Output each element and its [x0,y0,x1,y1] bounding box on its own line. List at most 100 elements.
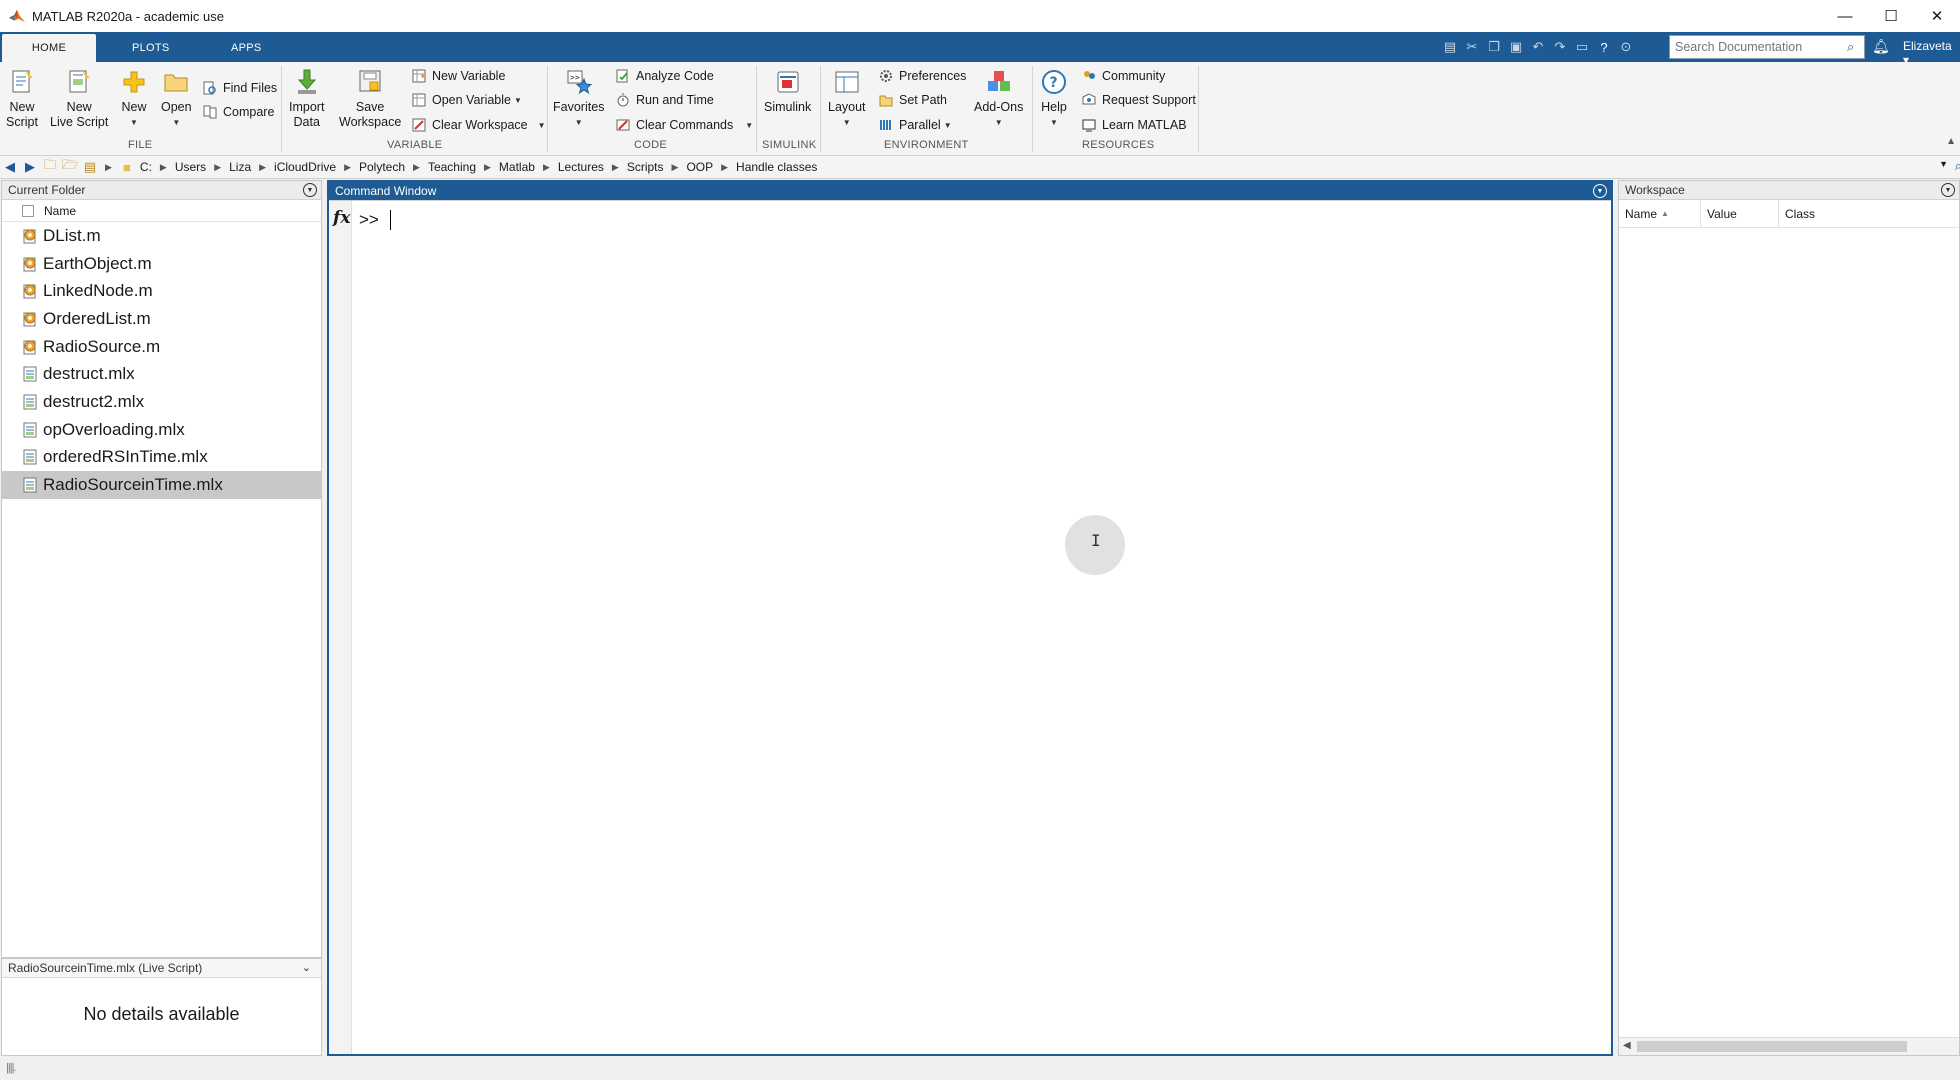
chevron-right-icon[interactable]: ▶ [214,162,221,173]
compare-button[interactable]: Compare [202,104,274,120]
file-row[interactable]: OrderedList.m [2,305,321,333]
new-script-icon [8,68,36,96]
search-icon[interactable]: ⌕ [1847,39,1854,55]
command-prompt[interactable]: >> [359,210,391,230]
search-documentation[interactable]: ⌕ [1669,35,1865,59]
file-row[interactable]: RadioSourceinTime.mlx [2,471,321,499]
back-arrow-icon[interactable]: ◀ [0,157,20,177]
chevron-right-icon[interactable]: ▶ [344,162,351,173]
function-browser-fx-icon[interactable]: fx [333,208,350,228]
breadcrumb-item[interactable]: Polytech [359,160,405,174]
panel-menu-icon[interactable]: ▼ [1593,184,1607,198]
tab-apps[interactable]: APPS [215,34,278,62]
simulink-button[interactable]: Simulink [764,68,811,115]
tab-plots[interactable]: PLOTS [116,34,186,62]
help-icon[interactable]: ? [1594,37,1614,57]
browse-folder-icon[interactable]: 🗁︎ [60,157,80,177]
chevron-right-icon[interactable]: ▶ [160,162,167,173]
run-and-time-button[interactable]: Run and Time [615,92,714,108]
workspace-col-class[interactable]: Class [1779,200,1959,227]
import-data-button[interactable]: Import Data [289,68,324,130]
file-row[interactable]: destruct.mlx [2,360,321,388]
new-variable-button[interactable]: New Variable [411,68,505,84]
paste-icon[interactable]: ▣ [1506,37,1526,57]
switch-windows-icon[interactable]: ▭ [1572,37,1592,57]
chevron-right-icon[interactable]: ▶ [672,162,679,173]
breadcrumb-item[interactable]: Teaching [428,160,476,174]
set-path-button[interactable]: Set Path [878,92,947,108]
chevron-down-icon: ▼ [842,118,851,127]
scroll-left-icon[interactable]: ◀ [1623,1040,1631,1051]
search-folder-icon[interactable]: ⌕ [1955,158,1960,174]
chevron-right-icon[interactable]: ▶ [721,162,728,173]
breadcrumb-item[interactable]: OOP [686,160,713,174]
breadcrumb-item[interactable]: Handle classes [736,160,817,174]
save-workspace-button[interactable]: Save Workspace [339,68,401,130]
request-support-button[interactable]: Request Support [1081,92,1196,108]
chevron-right-icon[interactable]: ▶ [543,162,550,173]
file-row[interactable]: destruct2.mlx [2,388,321,416]
forward-arrow-icon[interactable]: ▶ [20,157,40,177]
file-row[interactable]: RadioSource.m [2,333,321,361]
layout-button[interactable]: Layout ▼ [828,68,866,130]
add-ons-button[interactable]: Add-Ons ▼ [974,68,1023,130]
breadcrumb-item[interactable]: Liza [229,160,251,174]
search-input[interactable] [1675,40,1847,54]
chevron-down-icon[interactable]: ⌄ [302,961,311,974]
workspace-col-name[interactable]: Name ▲ [1619,200,1701,227]
clear-workspace-button[interactable]: Clear Workspace ▼ [411,117,546,133]
details-header[interactable]: RadioSourceinTime.mlx (Live Script) ⌄ [2,959,321,978]
new-live-script-button[interactable]: New Live Script [50,68,108,130]
analyze-code-button[interactable]: Analyze Code [615,68,714,84]
horizontal-scrollbar[interactable]: ◀ [1619,1037,1959,1055]
open-variable-button[interactable]: Open Variable ▼ [411,92,522,108]
breadcrumb-item[interactable]: Matlab [499,160,535,174]
panel-menu-icon[interactable]: ▼ [1941,183,1955,197]
undo-icon[interactable]: ↶ [1528,37,1548,57]
breadcrumb-item[interactable]: iCloudDrive [274,160,336,174]
favorites-button[interactable]: >> Favorites ▼ [553,68,604,130]
new-button[interactable]: New ▼ [120,68,148,130]
parallel-button[interactable]: Parallel ▼ [878,117,952,133]
chevron-right-icon[interactable]: ▶ [484,162,491,173]
clear-commands-button[interactable]: Clear Commands ▼ [615,117,753,133]
copy-icon[interactable]: ❐ [1484,37,1504,57]
open-button[interactable]: Open ▼ [161,68,192,130]
command-window[interactable]: Command Window ▼ fx >> I [327,180,1613,1056]
chevron-right-icon[interactable]: ▶ [612,162,619,173]
notification-bell-icon[interactable]: 🔔︎ [1872,38,1890,55]
close-button[interactable]: ✕ [1914,0,1960,32]
maximize-button[interactable]: ☐ [1868,0,1914,32]
collapse-toolstrip-icon[interactable]: ▲ [1946,136,1956,147]
up-folder-icon[interactable]: 🗀︎ [40,157,60,177]
scrollbar-thumb[interactable] [1637,1041,1907,1052]
file-row[interactable]: EarthObject.m [2,250,321,278]
breadcrumb-item[interactable]: Lectures [558,160,604,174]
minimize-button[interactable]: — [1822,0,1868,32]
save-icon[interactable]: ▤ [1440,37,1460,57]
help-button[interactable]: ? Help ▼ [1040,68,1068,130]
name-column-header[interactable]: Name [2,200,321,222]
path-dropdown-icon[interactable]: ▼ [1939,159,1948,169]
workspace-col-value[interactable]: Value [1701,200,1779,227]
preferences-button[interactable]: Preferences [878,68,966,84]
file-row[interactable]: DList.m [2,222,321,250]
chevron-right-icon[interactable]: ▶ [259,162,266,173]
community-button[interactable]: Community [1081,68,1165,84]
learn-matlab-button[interactable]: Learn MATLAB [1081,117,1187,133]
file-row[interactable]: LinkedNode.m [2,277,321,305]
search-folder-icon[interactable]: ▤ [80,157,100,177]
breadcrumb-item[interactable]: Users [175,160,206,174]
tab-home[interactable]: HOME [2,34,96,62]
chevron-right-icon[interactable]: ▶ [413,162,420,173]
cut-icon[interactable]: ✂ [1462,37,1482,57]
breadcrumb-item[interactable]: C: [140,160,152,174]
file-row[interactable]: orderedRSInTime.mlx [2,444,321,472]
panel-menu-icon[interactable]: ▼ [303,183,317,197]
new-script-button[interactable]: New Script [6,68,38,130]
breadcrumb-item[interactable]: Scripts [627,160,664,174]
file-row[interactable]: opOverloading.mlx [2,416,321,444]
find-files-button[interactable]: Find Files [202,80,277,96]
customize-icon[interactable]: ⊙ [1616,37,1636,57]
redo-icon[interactable]: ↷ [1550,37,1570,57]
